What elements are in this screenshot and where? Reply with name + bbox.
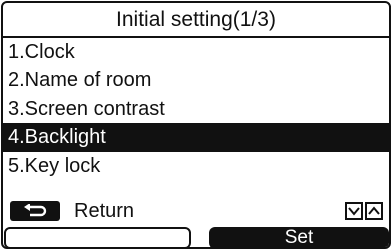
remote-controller-screen: Initial setting(1/3) 1.Clock 2.Name of r… [1, 1, 391, 249]
scroll-up-button[interactable] [365, 202, 383, 220]
menu-item-screen-contrast[interactable]: 3.Screen contrast [3, 95, 389, 123]
return-arrow-icon [24, 204, 47, 217]
return-label: Return [74, 200, 135, 222]
return-button[interactable] [10, 201, 60, 221]
softkey-row: Set [3, 227, 389, 247]
menu-item-key-lock[interactable]: 5.Key lock [3, 152, 389, 180]
chevron-down-icon [348, 207, 360, 216]
set-softkey[interactable]: Set [209, 227, 389, 247]
chevron-up-icon [368, 206, 380, 215]
settings-menu: 1.Clock 2.Name of room 3.Screen contrast… [3, 38, 389, 180]
menu-item-name-of-room[interactable]: 2.Name of room [3, 66, 389, 94]
screen-title: Initial setting(1/3) [3, 3, 389, 38]
left-softkey[interactable] [4, 227, 191, 247]
footer-row: Return [3, 198, 389, 224]
scroll-down-button[interactable] [345, 202, 363, 220]
menu-item-clock[interactable]: 1.Clock [3, 38, 389, 66]
menu-item-backlight[interactable]: 4.Backlight [3, 123, 389, 152]
